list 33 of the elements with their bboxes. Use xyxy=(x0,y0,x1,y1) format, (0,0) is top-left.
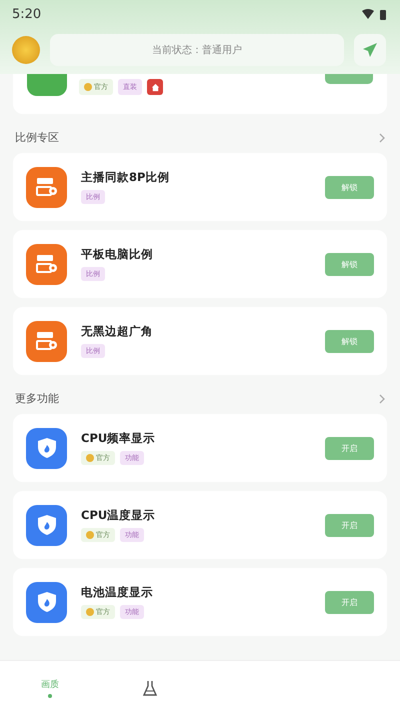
send-icon xyxy=(362,42,378,58)
screen-ratio-icon xyxy=(36,177,58,197)
screen-ratio-icon xyxy=(36,331,58,351)
battery-icon xyxy=(380,8,386,20)
status-time: 5:20 xyxy=(12,6,42,22)
send-button[interactable] xyxy=(354,34,386,66)
action-button[interactable]: 开启 xyxy=(325,436,374,460)
feature-title: 主播同款8P比例 xyxy=(81,170,170,185)
action-button[interactable]: 解锁 xyxy=(325,330,374,352)
feature-title: CPU温度显示 xyxy=(81,508,156,523)
shield-icon xyxy=(36,514,56,536)
app-icon xyxy=(27,74,67,96)
action-button[interactable]: 开启 xyxy=(325,590,374,614)
section-title: 更多功能 xyxy=(15,391,59,406)
screen-ratio-icon xyxy=(36,254,58,274)
feature-title: CPU频率显示 xyxy=(81,431,156,446)
action-button[interactable]: 解锁 xyxy=(325,176,374,198)
feature-title: 电池温度显示 xyxy=(81,585,154,600)
flask-icon xyxy=(143,680,157,696)
feature-title: 平板电脑比例 xyxy=(81,247,154,262)
wifi-icon xyxy=(362,9,374,19)
shield-icon xyxy=(36,437,56,459)
feature-title: 无黑边超广角 xyxy=(81,324,154,339)
status-field: 当前状态：普通用户 xyxy=(50,34,344,66)
section-title: 比例专区 xyxy=(15,130,59,145)
action-button[interactable] xyxy=(325,74,373,84)
action-button[interactable]: 开启 xyxy=(325,514,374,536)
home-icon xyxy=(147,79,163,95)
avatar[interactable] xyxy=(12,36,40,64)
shield-icon xyxy=(36,591,56,613)
chevron-right-icon[interactable] xyxy=(379,394,385,404)
action-button[interactable]: 解锁 xyxy=(325,252,374,276)
chevron-right-icon[interactable] xyxy=(379,132,385,142)
